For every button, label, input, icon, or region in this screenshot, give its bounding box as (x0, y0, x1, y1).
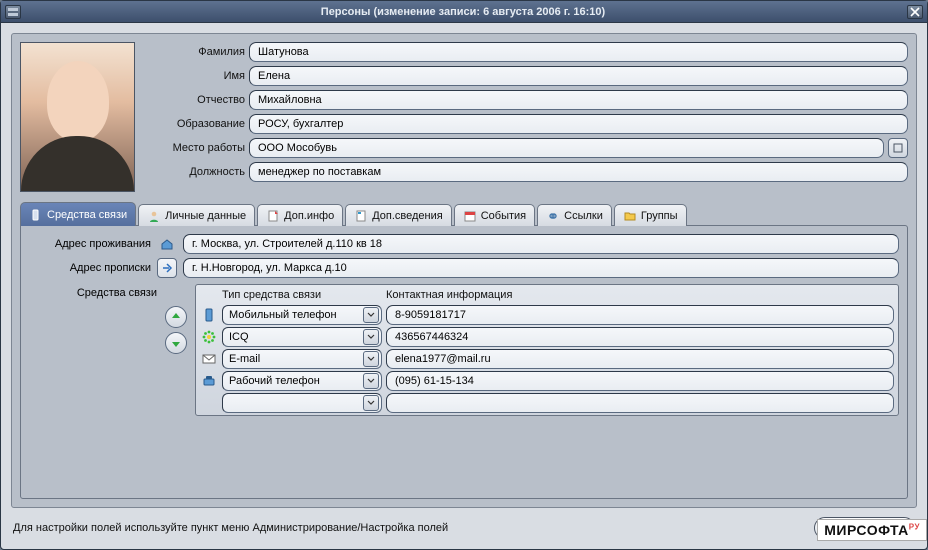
contact-value-input[interactable] (386, 349, 894, 369)
house-icon (157, 234, 177, 254)
contacts-label: Средства связи (29, 284, 157, 416)
contact-value-input[interactable] (386, 327, 894, 347)
link-icon (546, 209, 560, 223)
title-bar: Персоны (изменение записи: 6 августа 200… (1, 1, 927, 23)
tab-label: Группы (641, 210, 678, 222)
note-blue-icon (354, 209, 368, 223)
tab-extra-data[interactable]: Доп.сведения (345, 204, 452, 226)
phone-icon (29, 208, 43, 222)
system-menu-button[interactable] (5, 5, 21, 19)
person-icon (147, 209, 161, 223)
address-live-label: Адрес проживания (29, 238, 151, 250)
tab-label: Ссылки (564, 210, 603, 222)
contact-value-input[interactable] (386, 393, 894, 413)
main-panel: Фамилия Имя Отчество Образование (11, 33, 917, 508)
tab-label: Личные данные (165, 210, 246, 222)
address-reg-label: Адрес прописки (29, 262, 151, 274)
watermark-text: МИРСОФТА (824, 522, 909, 538)
person-fields: Фамилия Имя Отчество Образование (145, 42, 908, 192)
surname-label: Фамилия (145, 46, 245, 58)
patronymic-label: Отчество (145, 94, 245, 106)
tab-links[interactable]: Ссылки (537, 204, 612, 226)
contact-type-select[interactable]: Мобильный телефон (222, 305, 382, 325)
contact-row: Мобильный телефон (200, 305, 894, 325)
contact-value-input[interactable] (386, 305, 894, 325)
col-info-header: Контактная информация (386, 289, 512, 301)
chevron-down-icon (363, 351, 379, 367)
position-label: Должность (145, 166, 245, 178)
note-red-icon (266, 209, 280, 223)
contact-value-input[interactable] (386, 371, 894, 391)
content-area: Фамилия Имя Отчество Образование (1, 23, 927, 514)
tab-events[interactable]: События (454, 204, 535, 226)
chevron-down-icon (363, 307, 379, 323)
close-button[interactable] (907, 5, 923, 19)
workplace-lookup-button[interactable] (888, 138, 908, 158)
contact-type-select[interactable]: ICQ (222, 327, 382, 347)
watermark: МИРСОФТАРУ (817, 519, 927, 541)
education-label: Образование (145, 118, 245, 130)
address-reg-input[interactable] (183, 258, 899, 278)
tab-label: События (481, 210, 526, 222)
chevron-down-icon (363, 373, 379, 389)
contact-move-down-button[interactable] (165, 332, 187, 354)
mobile-icon (200, 308, 218, 322)
contact-row: ICQ (200, 327, 894, 347)
tab-bar: Средства связи Личные данные Доп.инфо (20, 202, 908, 226)
tab-extra-info[interactable]: Доп.инфо (257, 204, 343, 226)
contact-type-select[interactable]: Рабочий телефон (222, 371, 382, 391)
education-input[interactable] (249, 114, 908, 134)
name-input[interactable] (249, 66, 908, 86)
footer-hint: Для настройки полей используйте пункт ме… (13, 522, 448, 534)
chevron-down-icon (363, 395, 379, 411)
contact-type-select[interactable]: E-mail (222, 349, 382, 369)
tab-contacts[interactable]: Средства связи (20, 202, 136, 226)
mail-icon (200, 353, 218, 365)
contact-type-value: Рабочий телефон (229, 375, 320, 387)
workplace-label: Место работы (145, 142, 245, 154)
window-title: Персоны (изменение записи: 6 августа 200… (21, 6, 905, 18)
contact-type-value: E-mail (229, 353, 260, 365)
person-photo[interactable] (20, 42, 135, 192)
tab-personal[interactable]: Личные данные (138, 204, 255, 226)
tab-label: Средства связи (47, 209, 127, 221)
copy-address-button[interactable] (157, 258, 177, 278)
workphone-icon (200, 375, 218, 387)
tab-page-contacts: Адрес проживания Адрес прописки Средства… (20, 225, 908, 499)
contact-move-up-button[interactable] (165, 306, 187, 328)
surname-input[interactable] (249, 42, 908, 62)
position-input[interactable] (249, 162, 908, 182)
contact-type-value: Мобильный телефон (229, 309, 337, 321)
footer-bar: Для настройки полей используйте пункт ме… (13, 517, 915, 539)
col-type-header: Тип средства связи (222, 289, 382, 301)
contacts-table: Тип средства связи Контактная информация… (195, 284, 899, 416)
app-window: Персоны (изменение записи: 6 августа 200… (0, 0, 928, 550)
tab-label: Доп.инфо (284, 210, 334, 222)
address-live-input[interactable] (183, 234, 899, 254)
workplace-input[interactable] (249, 138, 884, 158)
tab-groups[interactable]: Группы (614, 204, 687, 226)
chevron-down-icon (363, 329, 379, 345)
contact-row (200, 393, 894, 413)
contact-type-value: ICQ (229, 331, 249, 343)
icq-icon (200, 330, 218, 344)
contact-type-select[interactable] (222, 393, 382, 413)
contact-row: E-mail (200, 349, 894, 369)
calendar-icon (463, 209, 477, 223)
contact-row: Рабочий телефон (200, 371, 894, 391)
patronymic-input[interactable] (249, 90, 908, 110)
folder-icon (623, 209, 637, 223)
name-label: Имя (145, 70, 245, 82)
watermark-suffix: РУ (909, 522, 920, 531)
tab-label: Доп.сведения (372, 210, 443, 222)
